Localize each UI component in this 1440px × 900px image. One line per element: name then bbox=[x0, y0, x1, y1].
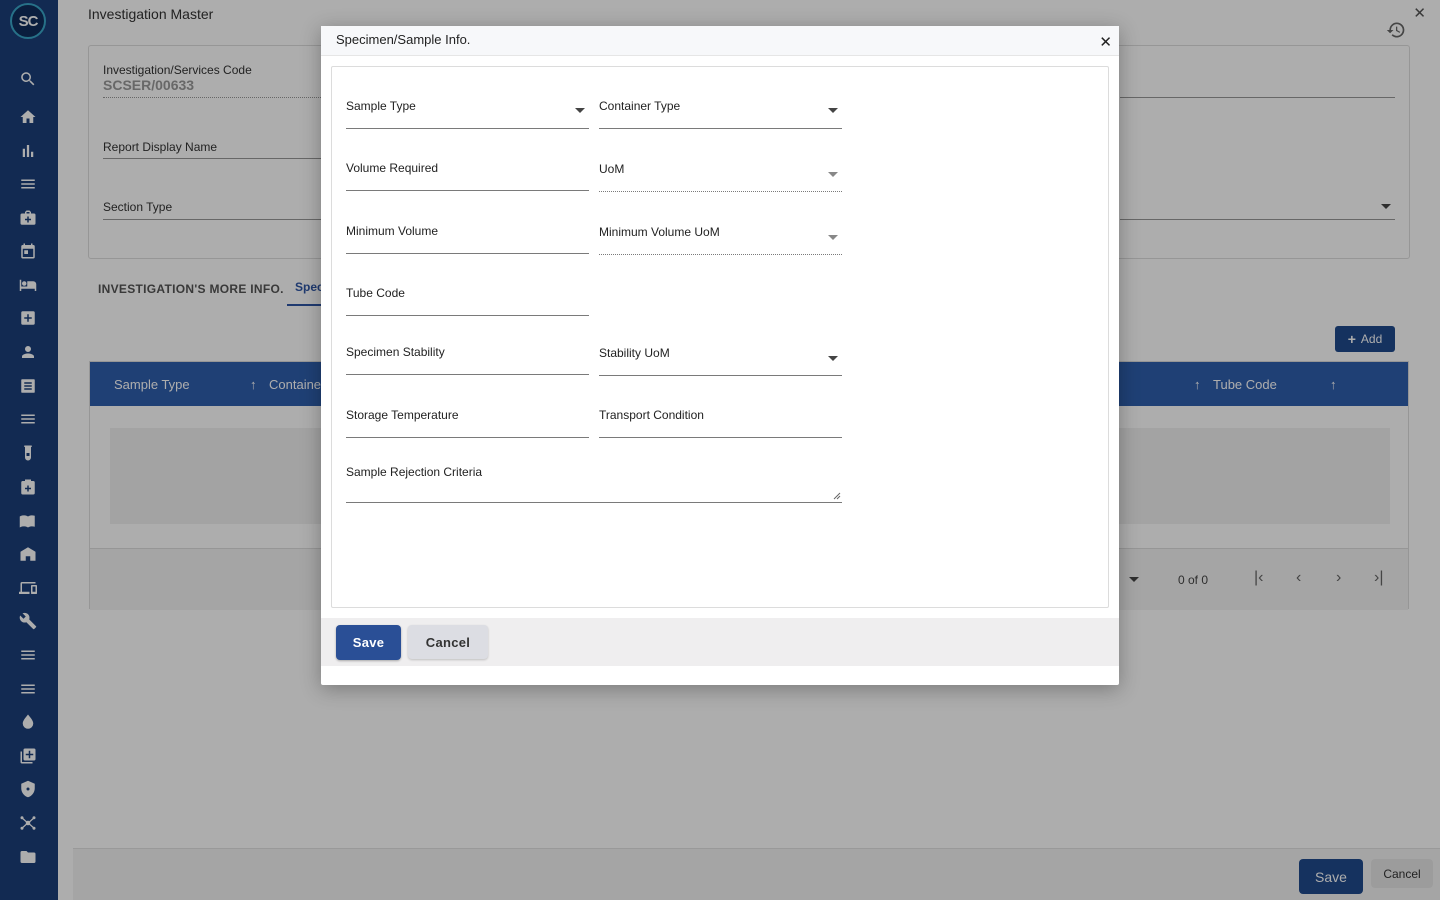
dialog-save-button[interactable]: Save bbox=[336, 625, 401, 660]
sample-type-label: Sample Type bbox=[346, 99, 416, 113]
resize-grip-icon[interactable] bbox=[833, 492, 841, 500]
storage-temperature-input[interactable]: Storage Temperature bbox=[346, 408, 589, 438]
sample-type-underline bbox=[346, 128, 589, 129]
tube-code-underline bbox=[346, 315, 589, 316]
volume-required-input[interactable]: Volume Required bbox=[346, 161, 589, 191]
chevron-down-icon[interactable] bbox=[575, 108, 585, 113]
stability-uom-label: Stability UoM bbox=[599, 346, 670, 360]
minimum-volume-underline bbox=[346, 253, 589, 254]
uom-underline bbox=[599, 191, 842, 192]
dialog-title: Specimen/Sample Info. bbox=[336, 32, 471, 47]
sample-rejection-criteria-underline bbox=[346, 502, 842, 503]
container-type-underline bbox=[599, 128, 842, 129]
sample-type-select[interactable]: Sample Type bbox=[346, 99, 589, 129]
volume-required-label: Volume Required bbox=[346, 161, 439, 175]
stability-uom-underline bbox=[599, 375, 842, 376]
sample-rejection-criteria-label: Sample Rejection Criteria bbox=[346, 465, 483, 479]
uom-label: UoM bbox=[599, 162, 625, 176]
container-type-select[interactable]: Container Type bbox=[599, 99, 842, 129]
minimum-volume-uom-select[interactable]: Minimum Volume UoM bbox=[599, 225, 842, 255]
container-type-label: Container Type bbox=[599, 99, 681, 113]
minimum-volume-label: Minimum Volume bbox=[346, 224, 439, 238]
chevron-down-icon[interactable] bbox=[828, 172, 838, 177]
dialog-header: Specimen/Sample Info. ✕ bbox=[321, 26, 1119, 56]
specimen-sample-dialog: Specimen/Sample Info. ✕ Sample Type Cont… bbox=[321, 26, 1119, 685]
sample-rejection-criteria-textarea[interactable]: Sample Rejection Criteria bbox=[346, 465, 842, 503]
chevron-down-icon[interactable] bbox=[828, 356, 838, 361]
storage-temperature-underline bbox=[346, 437, 589, 438]
minimum-volume-uom-underline bbox=[599, 254, 842, 255]
transport-condition-underline bbox=[599, 437, 842, 438]
dialog-cancel-button[interactable]: Cancel bbox=[408, 625, 488, 659]
minimum-volume-uom-label: Minimum Volume UoM bbox=[599, 225, 720, 239]
chevron-down-icon[interactable] bbox=[828, 235, 838, 240]
specimen-stability-label: Specimen Stability bbox=[346, 345, 445, 359]
storage-temperature-label: Storage Temperature bbox=[346, 408, 459, 422]
close-icon[interactable]: ✕ bbox=[1099, 35, 1112, 50]
chevron-down-icon[interactable] bbox=[828, 108, 838, 113]
transport-condition-label: Transport Condition bbox=[599, 408, 704, 422]
specimen-stability-input[interactable]: Specimen Stability bbox=[346, 345, 589, 375]
transport-condition-input[interactable]: Transport Condition bbox=[599, 408, 842, 438]
tube-code-label: Tube Code bbox=[346, 286, 405, 300]
volume-required-underline bbox=[346, 190, 589, 191]
specimen-stability-underline bbox=[346, 374, 589, 375]
uom-select[interactable]: UoM bbox=[599, 162, 842, 192]
dialog-form: Sample Type Container Type Volume Requir… bbox=[331, 66, 1109, 608]
stability-uom-select[interactable]: Stability UoM bbox=[599, 346, 842, 376]
minimum-volume-input[interactable]: Minimum Volume bbox=[346, 224, 589, 254]
dialog-footer: Save Cancel bbox=[321, 618, 1119, 666]
tube-code-input[interactable]: Tube Code bbox=[346, 286, 589, 316]
